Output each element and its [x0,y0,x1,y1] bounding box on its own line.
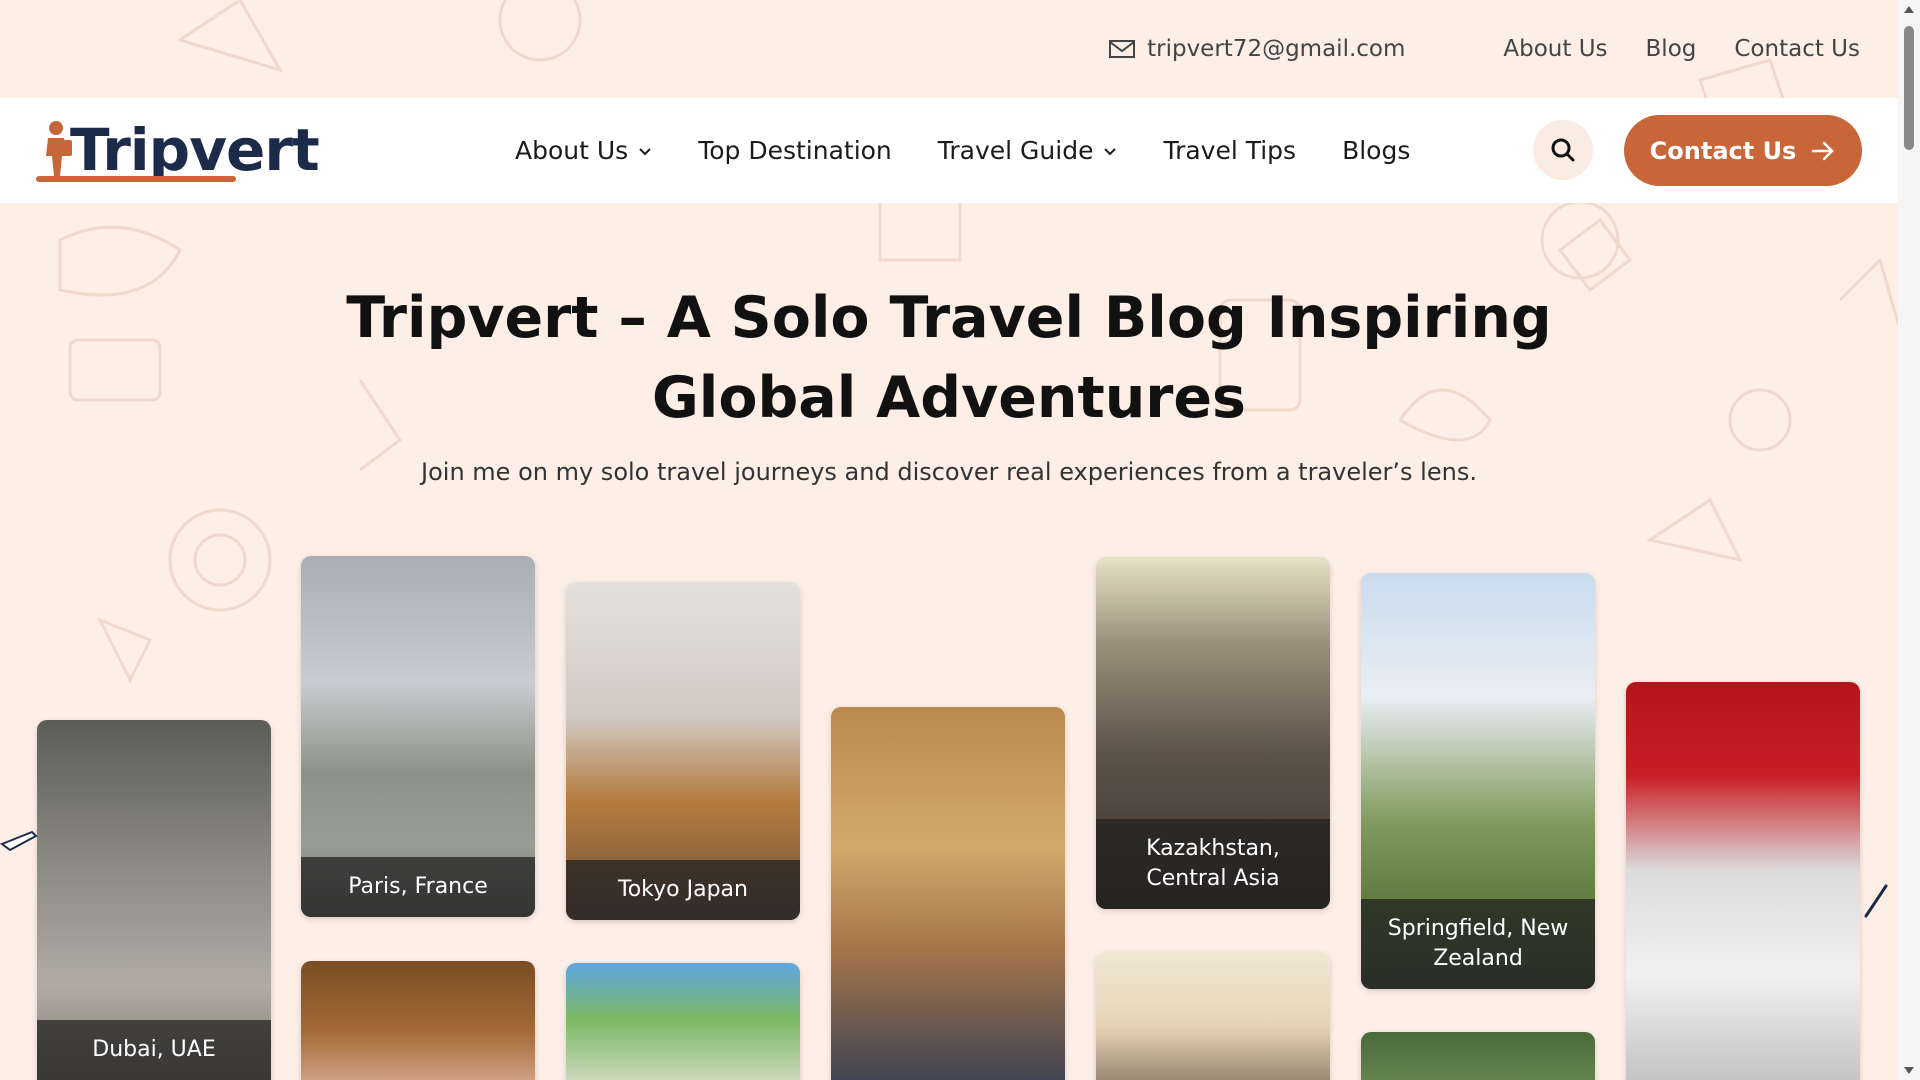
email-link[interactable]: tripvert72@gmail.com [1109,36,1405,62]
card-caption: Tokyo Japan [566,860,800,920]
destination-card-row2-2[interactable] [566,963,800,1080]
top-link-contact[interactable]: Contact Us [1734,36,1860,62]
search-icon [1551,138,1575,162]
top-link-about[interactable]: About Us [1503,36,1607,62]
destination-card-tokyo[interactable]: Tokyo Japan [566,582,800,920]
menu-item-label: Travel Guide [937,136,1094,165]
photo-row2-1 [301,961,535,1080]
site-logo[interactable]: Tripvert [36,116,320,184]
chevron-down-icon [1104,147,1117,155]
scrollbar-thumb[interactable] [1904,26,1914,150]
hero-title-line1: Tripvert – A Solo Travel Blog Inspiring [346,285,1552,351]
destination-card-dubai[interactable]: Dubai, UAE [37,720,271,1080]
main-navbar: Tripvert About Us Top Destination Travel… [0,98,1898,203]
hero-title-line2: Global Adventures [652,365,1246,431]
hero-subtitle: Join me on my solo travel journeys and d… [421,458,1477,486]
card-caption: Kazakhstan, Central Asia [1096,819,1330,909]
contact-us-label: Contact Us [1649,136,1797,165]
search-button[interactable] [1533,120,1593,180]
destination-card-kazakhstan[interactable]: Kazakhstan, Central Asia [1096,557,1330,909]
top-contact-bar: tripvert72@gmail.com About Us Blog Conta… [0,0,1898,98]
primary-menu: About Us Top Destination Travel Guide Tr… [515,98,1410,203]
logo-underline [36,176,236,182]
airplane-icon [1864,884,1888,918]
photo-row2-3 [1096,952,1330,1080]
hero-title: Tripvert – A Solo Travel Blog Inspiring … [0,278,1898,438]
arrow-right-icon [1812,141,1835,160]
card-caption: Paris, France [301,857,535,917]
destination-card-paris[interactable]: Paris, France [301,556,535,917]
menu-item-label: Blogs [1342,136,1411,165]
page-scrollbar[interactable] [1898,0,1920,1080]
menu-item-travel-guide[interactable]: Travel Guide [938,136,1118,165]
contact-us-button[interactable]: Contact Us [1624,115,1862,186]
scroll-down-arrow-icon[interactable] [1904,1067,1914,1074]
top-link-blog[interactable]: Blog [1646,36,1697,62]
photo-portrait [831,707,1065,1080]
menu-item-top-destination[interactable]: Top Destination [698,136,892,165]
menu-item-label: About Us [515,136,629,165]
menu-item-blogs[interactable]: Blogs [1342,136,1410,165]
photo-row2-4 [1361,1032,1595,1080]
destination-card-portrait[interactable] [831,707,1065,1080]
destination-card-row2-3[interactable] [1096,952,1330,1080]
photo-row2-2 [566,963,800,1080]
menu-item-label: Travel Tips [1163,136,1297,165]
card-caption: Springfield, New Zealand [1361,899,1595,989]
menu-item-travel-tips[interactable]: Travel Tips [1163,136,1296,165]
airplane-icon [0,830,38,852]
photo-ferrari-world [1626,682,1860,1080]
destination-card-row2-1[interactable] [301,961,535,1080]
chevron-down-icon [639,147,651,155]
destination-card-springfield[interactable]: Springfield, New Zealand [1361,573,1595,989]
destination-card-ferrari-world[interactable] [1626,682,1860,1080]
destination-card-row2-4[interactable] [1361,1032,1595,1080]
menu-item-label: Top Destination [698,136,892,165]
email-text: tripvert72@gmail.com [1147,36,1406,62]
menu-item-about-us[interactable]: About Us [515,136,652,165]
mail-icon [1109,40,1136,58]
scroll-up-arrow-icon[interactable] [1904,6,1914,13]
logo-text: Tripvert [70,116,320,184]
card-caption: Dubai, UAE [37,1020,271,1080]
